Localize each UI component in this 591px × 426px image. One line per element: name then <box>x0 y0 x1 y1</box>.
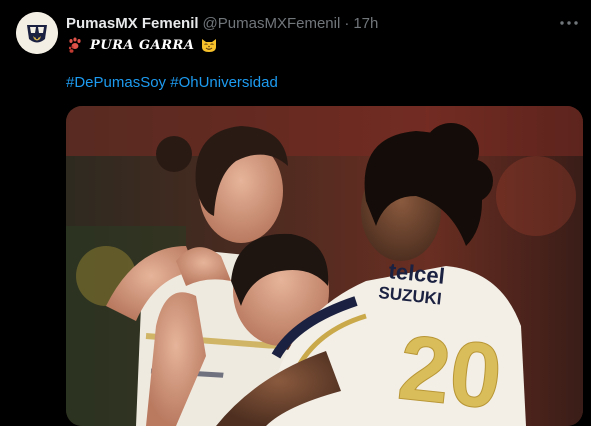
tweet-photo[interactable]: telcel SUZUKI 20 <box>66 106 583 426</box>
display-name[interactable]: PumasMX Femenil <box>66 15 199 32</box>
user-handle[interactable]: @PumasMXFemenil <box>203 15 341 32</box>
tweet-text: PURA GARRA <box>66 34 218 56</box>
jersey-number-text: 20 <box>394 316 506 426</box>
hashtag-ohuniversidad[interactable]: #OhUniversidad <box>170 74 278 91</box>
hashtags: #DePumasSoy #OhUniversidad <box>66 74 278 91</box>
separator: · <box>344 14 350 32</box>
avatar[interactable] <box>16 12 58 54</box>
timestamp[interactable]: 17h <box>353 15 378 32</box>
cat-face-emoji-icon <box>202 39 217 52</box>
more-horizontal-icon <box>560 21 578 25</box>
tweet-header: PumasMX Femenil @PumasMXFemenil · 17h <box>66 13 577 33</box>
paw-prints-icon <box>68 37 81 53</box>
pumas-logo-icon <box>16 12 58 54</box>
tweet-main-text: PURA GARRA <box>90 37 195 53</box>
hashtag-depumassoy[interactable]: #DePumasSoy <box>66 74 166 91</box>
players-celebration-image: telcel SUZUKI 20 <box>66 106 583 426</box>
more-options-button[interactable] <box>557 12 581 34</box>
